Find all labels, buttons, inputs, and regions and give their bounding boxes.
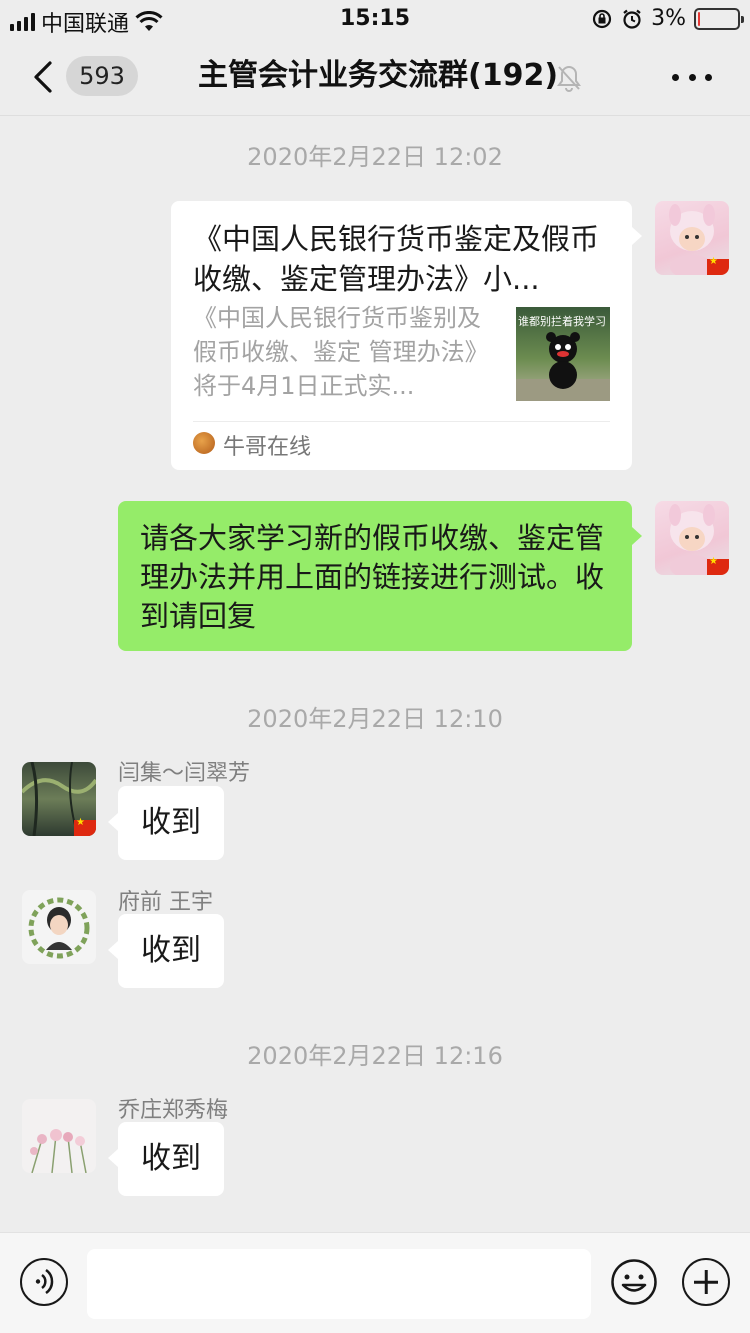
bell-muted-icon bbox=[557, 65, 581, 92]
battery-icon bbox=[694, 7, 744, 30]
china-flag-icon bbox=[707, 556, 729, 575]
status-bar: 中国联通 15:15 3% bbox=[0, 0, 750, 38]
avatar[interactable] bbox=[22, 762, 96, 836]
plus-icon[interactable] bbox=[682, 1258, 730, 1306]
chevron-left-icon[interactable] bbox=[30, 60, 56, 94]
link-card-thumbnail: 谁都别拦着我学习 bbox=[516, 307, 610, 401]
sender-name: 府前 王宇 bbox=[118, 890, 213, 915]
sender-name: 乔庄郑秀梅 bbox=[118, 1098, 229, 1123]
battery-fill bbox=[698, 11, 700, 26]
page-title: 主管会计业务交流群(192) bbox=[198, 58, 559, 93]
avatar[interactable] bbox=[22, 1099, 96, 1173]
emoji-icon[interactable] bbox=[610, 1258, 658, 1306]
timestamp: 2020年2月22日 12:02 bbox=[247, 143, 503, 171]
link-card-message[interactable]: 《中国人民银行货币鉴定及假币收缴、鉴定管理办法》小... 《中国人民银行货币鉴别… bbox=[171, 201, 642, 470]
link-card-title: 《中国人民银行货币鉴定及假币收缴、鉴定管理办法》小... bbox=[193, 222, 600, 296]
link-card-description: 《中国人民银行货币鉴别及假币收缴、鉴定 管理办法》将于4月1日正式实... bbox=[193, 304, 489, 400]
china-flag-icon bbox=[707, 256, 729, 275]
alarm-icon bbox=[623, 9, 641, 29]
timestamp: 2020年2月22日 12:10 bbox=[247, 705, 503, 733]
orientation-lock-icon bbox=[592, 9, 612, 28]
avatar[interactable] bbox=[655, 501, 729, 575]
sender-name: 闫集～闫翠芳 bbox=[118, 761, 251, 786]
china-flag-icon bbox=[74, 817, 96, 836]
incoming-message-bubble[interactable]: 收到 bbox=[108, 1122, 224, 1196]
timestamp: 2020年2月22日 12:16 bbox=[247, 1042, 503, 1070]
avatar[interactable] bbox=[22, 890, 96, 964]
link-card-source: 牛哥在线 bbox=[223, 435, 312, 460]
battery-percent: 3% bbox=[651, 6, 686, 31]
link-card-divider bbox=[193, 421, 610, 422]
chat-header: 593 主管会计业务交流群(192) bbox=[0, 38, 750, 116]
input-bar bbox=[0, 1232, 750, 1333]
avatar[interactable] bbox=[655, 201, 729, 275]
outgoing-message-bubble[interactable]: 请各大家学习新的假币收缴、鉴定管理办法并用上面的链接进行测试。收到请回复 bbox=[118, 501, 642, 651]
voice-icon[interactable] bbox=[20, 1258, 68, 1306]
source-avatar-icon bbox=[193, 432, 215, 454]
status-right: 3% bbox=[591, 6, 744, 31]
more-dots-icon[interactable] bbox=[672, 62, 712, 92]
unread-count-badge[interactable]: 593 bbox=[66, 56, 138, 96]
incoming-message-bubble[interactable]: 收到 bbox=[108, 914, 224, 988]
incoming-message-bubble[interactable]: 收到 bbox=[108, 786, 224, 860]
message-input[interactable] bbox=[87, 1249, 591, 1319]
